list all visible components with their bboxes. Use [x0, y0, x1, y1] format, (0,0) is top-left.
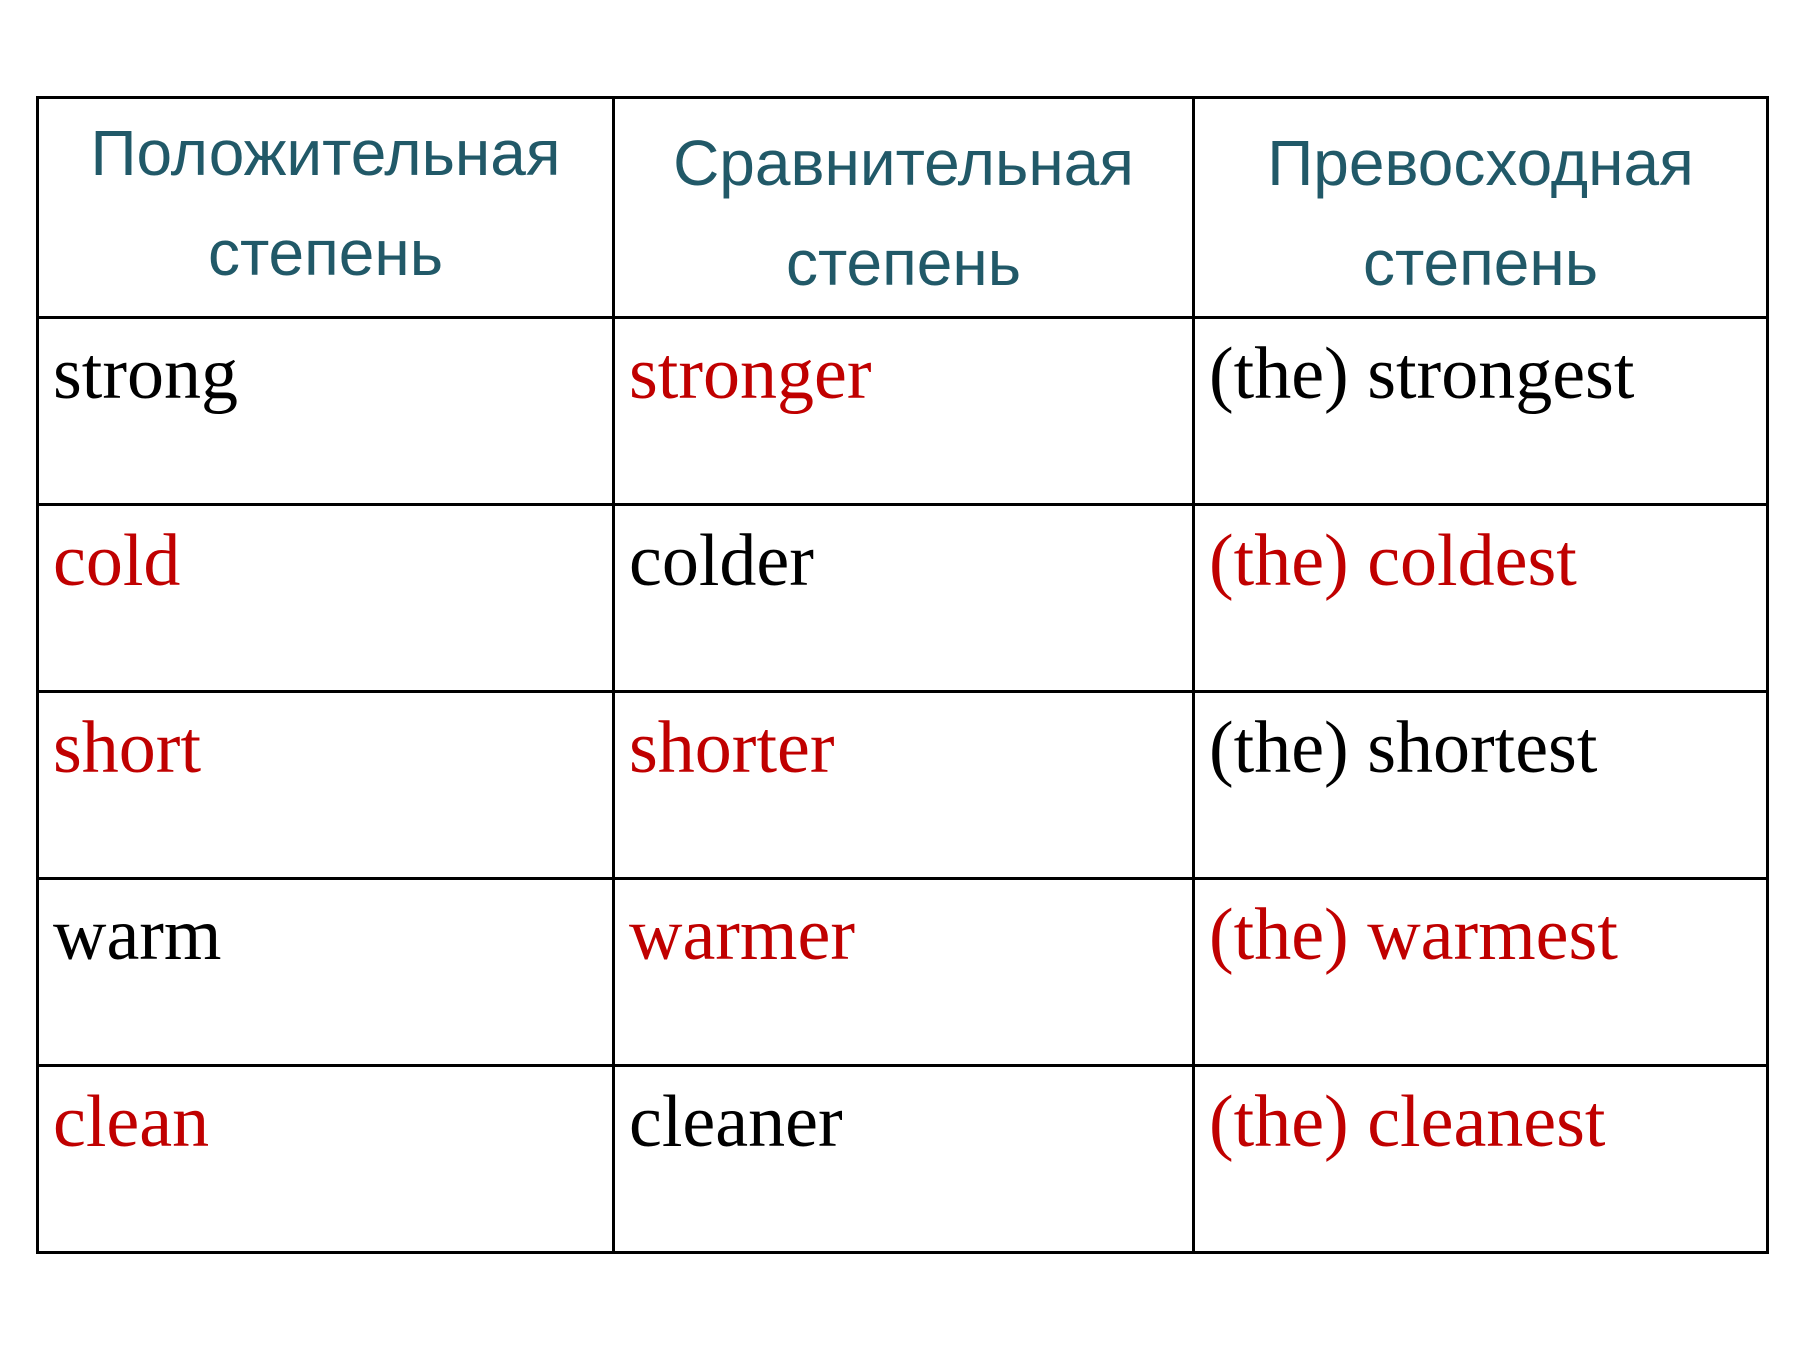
- word-form: shorter: [629, 707, 835, 789]
- header-line: Сравнительная: [673, 127, 1134, 199]
- word-form: colder: [629, 520, 814, 602]
- word-form: strong: [53, 333, 238, 415]
- header-superlative-degree: Превосходная степень: [1192, 96, 1769, 319]
- word-form: stronger: [629, 333, 872, 415]
- header-line: степень: [1362, 227, 1599, 299]
- table-row: strong stronger (the) strongest: [36, 316, 1769, 506]
- cell-superlative: (the) warmest: [1192, 877, 1769, 1067]
- word-form: (the) strongest: [1209, 333, 1635, 415]
- cell-superlative: (the) coldest: [1192, 503, 1769, 693]
- cell-superlative: (the) shortest: [1192, 690, 1769, 880]
- word-form: (the) warmest: [1209, 894, 1618, 976]
- header-comparative-degree: Сравнительная степень: [612, 96, 1195, 319]
- word-form: (the) shortest: [1209, 707, 1598, 789]
- word-form: warm: [53, 894, 222, 976]
- header-line: Положительная: [90, 117, 561, 189]
- degrees-of-comparison-table: Положительная степень Сравнительная степ…: [36, 96, 1769, 1254]
- cell-superlative: (the) strongest: [1192, 316, 1769, 506]
- word-form: clean: [53, 1081, 210, 1163]
- table-row: clean cleaner (the) cleanest: [36, 1064, 1769, 1254]
- cell-positive: short: [36, 690, 615, 880]
- word-form: warmer: [629, 894, 855, 976]
- cell-comparative: cleaner: [612, 1064, 1195, 1254]
- header-row: Положительная степень Сравнительная степ…: [36, 96, 1769, 319]
- word-form: cleaner: [629, 1081, 843, 1163]
- cell-comparative: warmer: [612, 877, 1195, 1067]
- word-form: cold: [53, 520, 181, 602]
- cell-positive: cold: [36, 503, 615, 693]
- header-line: степень: [785, 227, 1022, 299]
- cell-positive: clean: [36, 1064, 615, 1254]
- word-form: (the) coldest: [1209, 520, 1577, 602]
- cell-comparative: colder: [612, 503, 1195, 693]
- word-form: (the) cleanest: [1209, 1081, 1606, 1163]
- cell-comparative: stronger: [612, 316, 1195, 506]
- cell-positive: strong: [36, 316, 615, 506]
- header-line: Превосходная: [1267, 127, 1694, 199]
- table-row: cold colder (the) coldest: [36, 503, 1769, 693]
- cell-superlative: (the) cleanest: [1192, 1064, 1769, 1254]
- table-row: warm warmer (the) warmest: [36, 877, 1769, 1067]
- table-row: short shorter (the) shortest: [36, 690, 1769, 880]
- cell-positive: warm: [36, 877, 615, 1067]
- cell-comparative: shorter: [612, 690, 1195, 880]
- word-form: short: [53, 707, 201, 789]
- header-line: степень: [207, 217, 444, 289]
- header-positive-degree: Положительная степень: [36, 96, 615, 319]
